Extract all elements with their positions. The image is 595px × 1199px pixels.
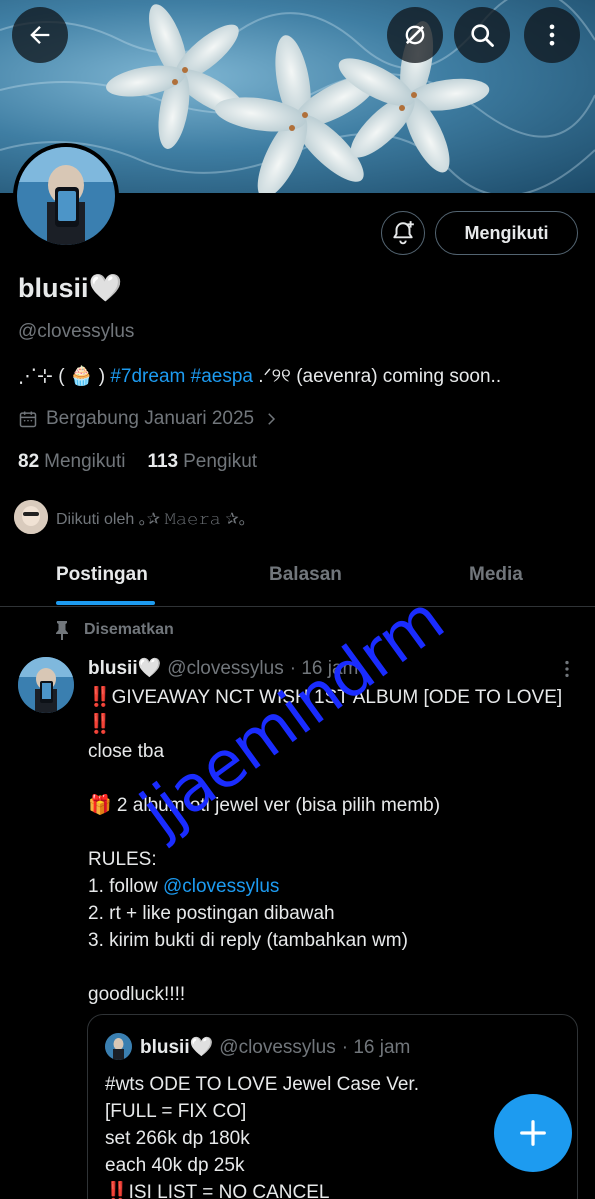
avatar-image xyxy=(17,147,115,245)
quoted-line: #wts ODE TO LOVE Jewel Case Ver. xyxy=(105,1074,419,1095)
quoted-author-handle: @clovessylus xyxy=(219,1037,336,1058)
following-button[interactable]: Mengikuti xyxy=(435,211,578,255)
post-line: 3. kirim bukti di reply (tambahkan wm) xyxy=(88,930,408,951)
post-line: ‼️GIVEAWAY NCT WISH 1ST ALBUM [ODE TO LO… xyxy=(88,687,563,708)
post-author-name[interactable]: blusii🤍 xyxy=(88,658,161,679)
profile-tabs: Postingan Balasan Media xyxy=(0,548,595,607)
post-line: RULES: xyxy=(88,849,157,870)
pinned-label: Disematkan xyxy=(84,621,174,638)
profile-bio: ⋰⊹ ( 🧁 ) #7dream #aespa .ᐟ୨୧ (aevenra) c… xyxy=(18,364,501,388)
more-options-button[interactable] xyxy=(524,7,580,63)
post-line: goodluck!!!! xyxy=(88,984,186,1005)
post-line: 2. rt + like postingan dibawah xyxy=(88,903,335,924)
pin-icon xyxy=(56,621,68,640)
post-text: ‼️GIVEAWAY NCT WISH 1ST ALBUM [ODE TO LO… xyxy=(88,684,580,1008)
tab-replies[interactable]: Balasan xyxy=(269,564,342,586)
post-line: close tba xyxy=(88,741,165,762)
more-vertical-icon xyxy=(549,24,555,46)
display-name: blusii🤍 xyxy=(18,273,123,303)
bio-hashtags[interactable]: #7dream #aespa xyxy=(110,366,253,387)
post-line xyxy=(88,954,580,981)
chevron-right-icon xyxy=(268,413,276,425)
quoted-post-time: · 16 jam xyxy=(341,1037,411,1058)
grok-button[interactable] xyxy=(387,7,443,63)
profile-handle: @clovessylus xyxy=(18,321,135,342)
profile-avatar[interactable] xyxy=(13,143,119,249)
followers-label: Pengikut xyxy=(183,451,258,472)
following-label: Mengikuti xyxy=(44,451,126,472)
tab-media[interactable]: Media xyxy=(469,564,523,586)
followers-count: 113 xyxy=(147,451,179,472)
bell-plus-icon xyxy=(393,221,414,245)
notification-bell-button[interactable] xyxy=(381,211,425,255)
following-stat[interactable]: 82 Mengikuti xyxy=(18,451,125,473)
tab-posts[interactable]: Postingan xyxy=(56,564,148,586)
grok-icon xyxy=(405,25,425,45)
post-line: ‼️ xyxy=(88,714,112,735)
post-author-handle: @clovessylus xyxy=(167,658,284,679)
followers-stat[interactable]: 113 Pengikut xyxy=(147,451,257,473)
post-time: · 16 jam xyxy=(289,658,359,679)
following-count: 82 xyxy=(18,451,40,472)
bio-prefix: ⋰⊹ ( 🧁 ) xyxy=(18,366,106,387)
post-line xyxy=(88,819,580,846)
back-button[interactable] xyxy=(12,7,68,63)
bio-suffix: .ᐟ୨୧ (aevenra) coming soon.. xyxy=(258,366,502,387)
post-header: blusii🤍 @clovessylus · 16 jam xyxy=(88,656,358,680)
post-line-follow-text: 1. follow xyxy=(88,876,163,897)
joined-date: Bergabung Januari 2025 xyxy=(46,408,255,429)
quoted-line: ‼️ISI LIST = NO CANCEL xyxy=(105,1182,330,1199)
quoted-author-name: blusii🤍 xyxy=(140,1037,214,1058)
search-button[interactable] xyxy=(454,7,510,63)
followed-by-row[interactable]: Diikuti oleh ｡✰ 𝙼𝚊𝚎𝚛𝚊 ✰｡ xyxy=(14,500,247,534)
compose-button[interactable] xyxy=(494,1094,572,1172)
search-icon xyxy=(471,24,494,47)
post-line-follow: 1. follow @clovessylus xyxy=(88,873,580,900)
quoted-author-avatar xyxy=(105,1033,132,1060)
follower-avatar xyxy=(14,500,48,534)
active-tab-indicator xyxy=(56,601,155,605)
followed-by-text: Diikuti oleh ｡✰ 𝙼𝚊𝚎𝚛𝚊 ✰｡ xyxy=(56,511,247,528)
quoted-line: [FULL = FIX CO] xyxy=(105,1101,247,1122)
follow-stats: 82 Mengikuti 113 Pengikut xyxy=(18,451,257,473)
quoted-post-header: blusii🤍 @clovessylus · 16 jam xyxy=(140,1035,410,1059)
pinned-label-row: Disematkan xyxy=(54,620,174,640)
plus-icon xyxy=(520,1120,546,1146)
joined-date-row[interactable]: Bergabung Januari 2025 xyxy=(18,408,280,430)
quoted-line: each 40k dp 25k xyxy=(105,1155,245,1176)
post-more-icon[interactable] xyxy=(556,658,578,680)
post-author-avatar[interactable] xyxy=(18,657,74,713)
post-mention[interactable]: @clovessylus xyxy=(163,876,279,897)
quoted-post-text: #wts ODE TO LOVE Jewel Case Ver. [FULL =… xyxy=(105,1071,419,1199)
post-line xyxy=(88,765,580,792)
calendar-icon xyxy=(19,411,37,428)
quoted-line: set 266k dp 180k xyxy=(105,1128,250,1149)
post-line: 🎁 2 album otl jewel ver (bisa pilih memb… xyxy=(88,795,441,816)
arrow-left-icon xyxy=(30,26,50,44)
